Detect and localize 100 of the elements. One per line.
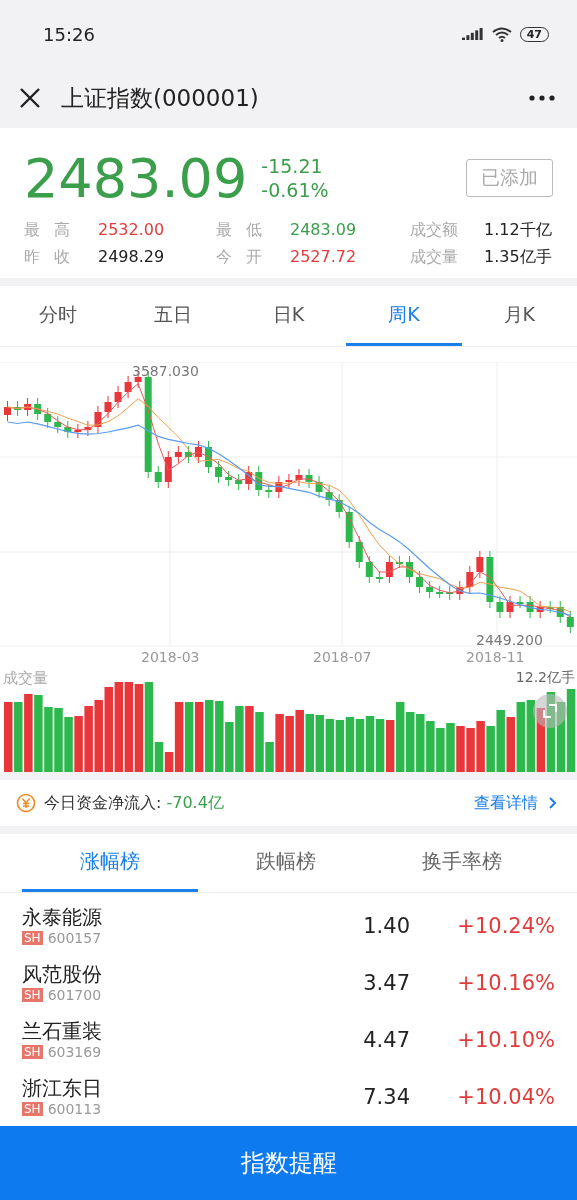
volume-bar <box>315 715 325 772</box>
stock-change: +10.16% <box>456 970 555 995</box>
percent-change: -0.61% <box>261 178 329 202</box>
index-price: 2483.09 <box>24 146 248 210</box>
candlestick <box>385 555 393 584</box>
volume-bar <box>184 702 194 772</box>
more-icon[interactable] <box>529 95 555 101</box>
candlestick <box>44 407 52 429</box>
volume-bar <box>375 719 385 772</box>
volume-bar <box>285 716 294 772</box>
candlestick <box>255 465 263 497</box>
candlestick <box>54 415 62 434</box>
candlestick <box>285 473 293 489</box>
ranking-tab[interactable]: 跌幅榜 <box>198 834 374 892</box>
market-tag: SH <box>22 1045 43 1059</box>
chevron-icon <box>548 796 557 810</box>
details-link[interactable]: 查看详情 <box>474 792 557 814</box>
low-price-label: 2449.200 <box>476 632 543 648</box>
volume-bar <box>225 722 234 772</box>
volume-max-label: 12.2亿手 <box>515 669 575 687</box>
volume-bar <box>486 726 495 772</box>
volume-bar <box>44 707 53 772</box>
stat-label: 今开 <box>216 247 272 268</box>
volume-bar <box>325 719 335 772</box>
candlestick <box>566 610 574 634</box>
candlestick <box>84 420 92 437</box>
volume-bar <box>14 702 23 772</box>
volume-bar <box>536 708 546 772</box>
stock-name: 浙江东日 <box>22 1076 103 1101</box>
candlestick <box>184 445 192 464</box>
candlestick <box>265 483 273 499</box>
candlestick <box>516 595 524 609</box>
high-price-label: 3587.030 <box>132 363 199 379</box>
volume-bar <box>235 706 244 772</box>
stat-value: 2527.72 <box>290 247 357 268</box>
stat-label: 最高 <box>24 220 80 241</box>
period-tab[interactable]: 分时 <box>0 286 116 346</box>
candlestick <box>174 445 182 464</box>
candlestick <box>536 600 544 619</box>
candlestick <box>426 580 434 599</box>
volume-bar <box>54 708 63 772</box>
fund-flow-text: 今日资金净流入: -70.4亿 <box>44 792 224 814</box>
volume-bar <box>506 717 515 772</box>
volume-bar <box>516 702 526 772</box>
stock-code: 601700 <box>47 987 102 1003</box>
volume-bar <box>245 706 254 772</box>
candlestick <box>124 375 132 399</box>
candlestick <box>546 600 554 614</box>
index-alert-button[interactable]: 指数提醒 <box>0 1126 577 1200</box>
volume-bar <box>4 702 13 772</box>
stat-value: 2498.29 <box>98 247 165 268</box>
market-tag: SH <box>22 988 43 1002</box>
candlestick <box>225 470 233 487</box>
stock-code: 600157 <box>47 930 102 946</box>
volume-bar <box>345 717 355 772</box>
volume-bar <box>476 721 485 772</box>
volume-bar <box>416 714 425 772</box>
price-change: -15.21 <box>261 154 324 178</box>
period-tab[interactable]: 月K <box>461 286 577 346</box>
candlestick <box>194 440 202 464</box>
candlestick <box>235 473 243 491</box>
candlestick <box>94 405 102 434</box>
volume-bar <box>295 710 304 772</box>
candlestick <box>395 555 403 569</box>
volume-bar <box>365 716 375 772</box>
stat-value: 2532.00 <box>98 220 165 241</box>
candlestick <box>205 440 212 474</box>
candlestick <box>215 460 223 484</box>
stock-price: 7.34 <box>362 1084 410 1109</box>
period-tab[interactable]: 日K <box>230 286 347 346</box>
candlestick <box>406 555 413 584</box>
volume-label: 成交量 <box>3 669 48 688</box>
stock-price: 1.40 <box>362 913 410 938</box>
market-tag: SH <box>22 931 43 945</box>
volume-bar <box>64 717 73 772</box>
stock-name: 风范股份 <box>22 962 103 987</box>
candlestick <box>315 475 323 499</box>
period-tab[interactable]: 五日 <box>115 286 231 346</box>
stock-name: 兰石重装 <box>22 1019 103 1044</box>
volume-bar <box>385 720 395 772</box>
volume-bar <box>466 728 475 772</box>
close-icon[interactable] <box>19 87 41 109</box>
volume-bar <box>556 702 566 772</box>
candlestick <box>275 475 283 499</box>
stat-label: 昨收 <box>24 247 80 268</box>
candlestick <box>476 550 484 579</box>
candlestick <box>436 585 444 599</box>
candlestick <box>345 505 353 549</box>
fullscreen-button[interactable] <box>533 694 567 728</box>
volume-bar <box>406 712 415 772</box>
stock-name: 永泰能源 <box>22 905 103 930</box>
candlestick <box>34 397 42 421</box>
volume-bar <box>215 701 224 772</box>
candlestick <box>4 400 11 422</box>
volume-bar <box>355 719 365 772</box>
stock-code: 600113 <box>47 1101 102 1117</box>
ranking-tab[interactable]: 换手率榜 <box>374 834 550 892</box>
date-label: 2018-07 <box>313 649 372 665</box>
candlestick <box>446 585 454 601</box>
candlestick <box>355 535 363 569</box>
